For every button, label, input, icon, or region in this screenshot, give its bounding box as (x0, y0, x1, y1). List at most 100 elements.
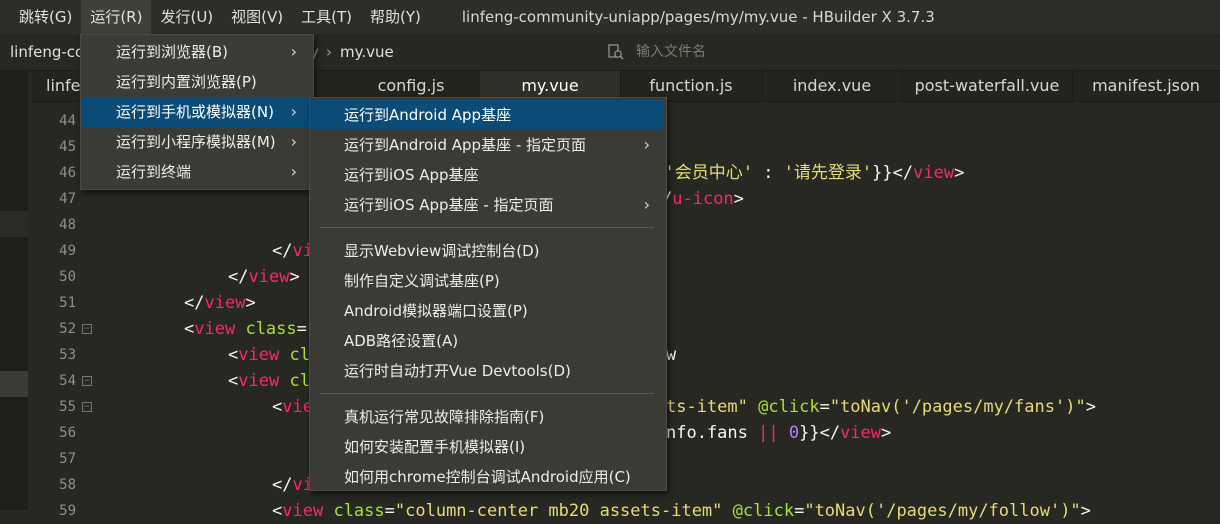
device-menu-item[interactable]: 运行到iOS App基座 - 指定页面 › (310, 190, 664, 220)
code-text: </vi (272, 472, 313, 498)
menu-item-label: 运行到浏览器(B) (116, 43, 228, 61)
code-line: 59 <view class="column-center mb20 assets… (32, 498, 1220, 524)
menu-publish[interactable]: 发行(U) (151, 0, 222, 34)
line-number: 46 (59, 165, 76, 181)
chevron-right-icon: › (290, 132, 297, 151)
device-menu-item[interactable]: Android模拟器端口设置(P) (310, 296, 664, 326)
menu-goto[interactable]: 跳转(G) (10, 0, 81, 34)
code-token: ts-item" (666, 397, 748, 417)
menu-run[interactable]: 运行(R) (81, 0, 152, 34)
menu-item-label: 运行时自动打开Vue Devtools(D) (344, 362, 571, 380)
chevron-right-icon: › (643, 135, 650, 154)
menu-item-label: 运行到小程序模拟器(M) (116, 133, 276, 151)
file-search (608, 34, 938, 70)
menu-tools[interactable]: 工具(T) (292, 0, 361, 34)
device-menu-item[interactable]: ADB路径设置(A) (310, 326, 664, 356)
code-token: < (272, 397, 283, 417)
code-token: </ (272, 475, 293, 495)
code-text: <view class= (184, 316, 307, 342)
line-number: 56 (59, 425, 76, 441)
code-text: nfo.fans || 0}}</view> (666, 420, 891, 446)
code-text: <view cl (228, 368, 310, 394)
code-text: </view> (228, 264, 300, 290)
menu-item-run-terminal[interactable]: 运行到终端 › (81, 157, 311, 187)
code-token: '请先登录' (783, 163, 873, 183)
code-token: > (954, 163, 965, 183)
device-menu-item[interactable]: 运行时自动打开Vue Devtools(D) (310, 356, 664, 386)
code-token: = (296, 319, 307, 339)
line-number: 47 (59, 191, 76, 207)
code-token: = (384, 501, 395, 521)
menu-item-label: 运行到Android App基座 - 指定页面 (344, 136, 587, 154)
file-search-input[interactable] (634, 43, 938, 61)
menubar: 跳转(G) 运行(R) 发行(U) 视图(V) 工具(T) 帮助(Y) linf… (0, 0, 1220, 34)
device-menu-item[interactable]: 如何安装配置手机模拟器(I) (310, 432, 664, 462)
menu-item-run-browser[interactable]: 运行到浏览器(B) › (81, 37, 311, 67)
line-number: 44 (59, 113, 76, 129)
chevron-right-icon: › (326, 43, 332, 61)
code-token: = (819, 397, 830, 417)
code-token: > (881, 423, 892, 443)
code-token: view (238, 345, 280, 365)
menu-item-label: 真机运行常见故障排除指南(F) (344, 408, 545, 426)
line-number: 58 (59, 477, 76, 493)
project-row (0, 211, 28, 237)
line-number: 59 (59, 503, 76, 519)
menu-separator (320, 393, 654, 394)
device-menu-item[interactable]: 运行到Android App基座 (310, 100, 664, 130)
menu-item-label: 运行到Android App基座 (344, 106, 512, 124)
fold-toggle-icon[interactable]: − (82, 376, 92, 386)
line-number: 48 (59, 217, 76, 233)
code-token: < (272, 501, 283, 521)
run-menu: 运行到浏览器(B) › 运行到内置浏览器(P) 运行到手机或模拟器(N) › 运行到小程序… (80, 34, 314, 190)
menu-help[interactable]: 帮助(Y) (361, 0, 430, 34)
line-number: 45 (59, 139, 76, 155)
fold-toggle-icon[interactable]: − (82, 324, 92, 334)
tab-index-vue[interactable]: index.vue (762, 71, 903, 101)
device-menu-item[interactable]: 真机运行常见故障排除指南(F) (310, 402, 664, 432)
code-text: <vie (272, 394, 313, 420)
project-panel-edge (0, 71, 28, 510)
code-token: u-icon (672, 189, 734, 209)
menu-item-label: 运行到iOS App基座 - 指定页面 (344, 196, 554, 214)
code-token: </ (228, 267, 249, 287)
menu-item-run-miniprogram[interactable]: 运行到小程序模拟器(M) › (81, 127, 311, 157)
tab-post-waterfall-vue[interactable]: post-waterfall.vue (902, 71, 1073, 101)
code-text: </view> (184, 290, 256, 316)
tab-manifest-json[interactable]: manifest.json (1072, 71, 1220, 101)
code-token: : (763, 163, 784, 183)
code-token: w (666, 345, 677, 365)
code-token: }}</ (872, 163, 914, 183)
device-menu-item[interactable]: 如何用chrome控制台调试Android应用(C) (310, 462, 664, 492)
code-token: || (758, 423, 779, 443)
menu-item-run-builtin-browser[interactable]: 运行到内置浏览器(P) (81, 67, 311, 97)
code-token: view (913, 163, 955, 183)
code-token: "toNav('/pages/my/follow')" (804, 501, 1081, 521)
menu-separator (320, 227, 654, 228)
line-number: 57 (59, 451, 76, 467)
menu-item-label: 如何用chrome控制台调试Android应用(C) (344, 468, 631, 486)
code-text: </vi (272, 238, 313, 264)
device-menu-item[interactable]: 显示Webview调试控制台(D) (310, 236, 664, 266)
device-menu-item[interactable]: 运行到iOS App基座 (310, 160, 664, 190)
breadcrumb-project[interactable]: linfeng-co (10, 34, 84, 70)
menu-view[interactable]: 视图(V) (222, 0, 292, 34)
code-text: /u-icon> (662, 186, 744, 212)
device-menu-item[interactable]: 制作自定义调试基座(P) (310, 266, 664, 296)
device-menu-item[interactable]: 运行到Android App基座 - 指定页面 › (310, 130, 664, 160)
breadcrumb-file[interactable]: my.vue (340, 34, 394, 70)
code-token: cl (289, 371, 310, 391)
line-number: 50 (59, 269, 76, 285)
code-token: > (1085, 397, 1096, 417)
code-token: class (333, 501, 385, 521)
fold-toggle-icon[interactable]: − (82, 402, 92, 412)
code-token: "column-center mb20 assets-item" (394, 501, 723, 521)
menu-item-run-device[interactable]: 运行到手机或模拟器(N) › (81, 97, 311, 127)
chevron-right-icon: › (290, 102, 297, 121)
code-token: view (248, 267, 290, 287)
code-token: < (228, 345, 239, 365)
